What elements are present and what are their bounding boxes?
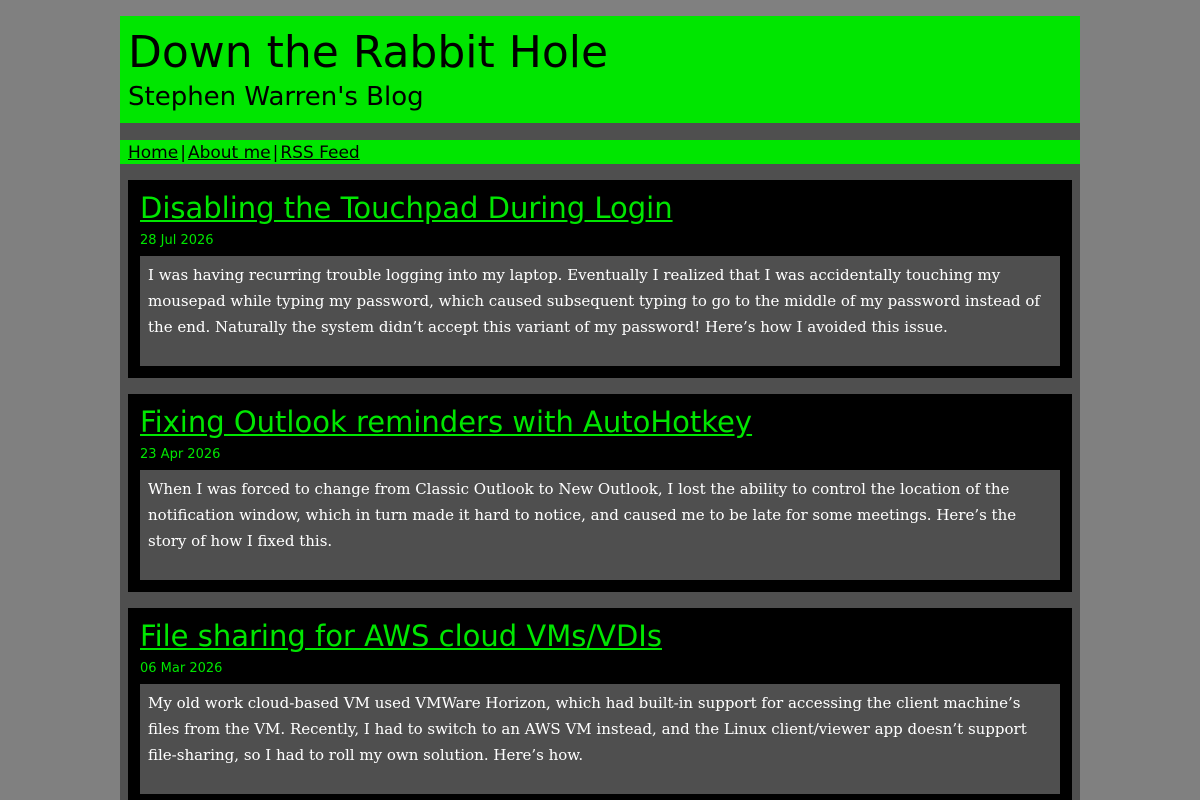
site-title: Down the Rabbit Hole <box>128 27 609 78</box>
post-date: 06 Mar 2026 <box>140 661 223 676</box>
post-excerpt: I was having recurring trouble logging i… <box>140 256 1060 366</box>
site-header: Down the Rabbit Hole Stephen Warren's Bl… <box>120 16 1080 123</box>
post-excerpt: My old work cloud-based VM used VMWare H… <box>140 684 1060 794</box>
page-container: Down the Rabbit Hole Stephen Warren's Bl… <box>120 16 1080 800</box>
post-date: 28 Jul 2026 <box>140 233 214 248</box>
nav-separator: | <box>272 143 279 163</box>
post-excerpt: When I was forced to change from Classic… <box>140 470 1060 580</box>
post-card: Fixing Outlook reminders with AutoHotkey… <box>128 394 1072 592</box>
post-card: Disabling the Touchpad During Login 28 J… <box>128 180 1072 378</box>
post-title: File sharing for AWS cloud VMs/VDIs <box>140 618 662 654</box>
post-title-link[interactable]: Disabling the Touchpad During Login <box>140 191 673 225</box>
nav-link-home[interactable]: Home <box>128 143 178 163</box>
nav-separator: | <box>180 143 186 163</box>
nav-link-rss[interactable]: RSS Feed <box>280 143 359 163</box>
post-title: Disabling the Touchpad During Login <box>140 190 673 226</box>
nav-link-about[interactable]: About me <box>188 143 271 163</box>
post-title: Fixing Outlook reminders with AutoHotkey <box>140 404 752 440</box>
post-date: 23 Apr 2026 <box>140 447 221 462</box>
nav-bar: Home | About me | RSS Feed <box>120 140 1080 164</box>
site-subtitle: Stephen Warren's Blog <box>128 82 424 112</box>
post-title-link[interactable]: Fixing Outlook reminders with AutoHotkey <box>140 405 752 439</box>
post-title-link[interactable]: File sharing for AWS cloud VMs/VDIs <box>140 619 662 653</box>
post-card: File sharing for AWS cloud VMs/VDIs 06 M… <box>128 608 1072 800</box>
